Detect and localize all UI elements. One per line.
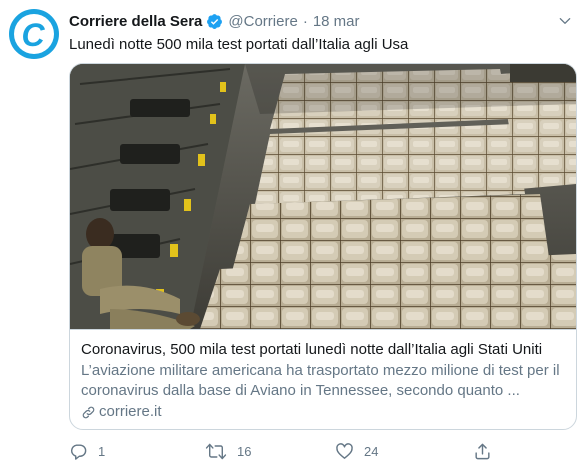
reply-button[interactable]: 1 bbox=[69, 441, 105, 461]
card-domain: corriere.it bbox=[99, 403, 162, 420]
separator-dot: · bbox=[302, 12, 308, 30]
tweet[interactable]: C Corriere della Sera @Corriere · 18 mar… bbox=[0, 0, 588, 470]
tweet-actions: 1 16 24 bbox=[69, 441, 577, 461]
avatar-logo: C bbox=[14, 14, 54, 54]
like-button[interactable]: 24 bbox=[335, 441, 378, 461]
avatar-logo-letter: C bbox=[21, 16, 45, 53]
share-icon bbox=[475, 443, 490, 459]
tweet-header: Corriere della Sera @Corriere · 18 mar bbox=[69, 10, 360, 32]
retweet-icon bbox=[205, 443, 227, 459]
verified-badge-icon bbox=[206, 13, 223, 30]
avatar[interactable]: C bbox=[9, 9, 59, 59]
tweet-text: Lunedì notte 500 mila test portati dall’… bbox=[69, 36, 409, 53]
display-name[interactable]: Corriere della Sera bbox=[69, 13, 202, 30]
tweet-date[interactable]: 18 mar bbox=[313, 13, 360, 30]
card-body[interactable]: Coronavirus, 500 mila test portati luned… bbox=[70, 329, 576, 429]
retweet-count: 16 bbox=[237, 443, 252, 459]
link-card[interactable]: Coronavirus, 500 mila test portati luned… bbox=[69, 63, 577, 430]
reply-icon bbox=[70, 443, 87, 460]
more-options-button[interactable] bbox=[556, 12, 574, 30]
user-handle[interactable]: @Corriere bbox=[228, 13, 297, 30]
card-image[interactable] bbox=[70, 64, 576, 329]
share-button[interactable] bbox=[473, 441, 502, 461]
cargo-plane-photo bbox=[70, 64, 576, 329]
reply-count: 1 bbox=[98, 443, 106, 459]
chevron-down-icon bbox=[559, 17, 571, 24]
card-link[interactable]: corriere.it bbox=[81, 402, 565, 422]
like-count: 24 bbox=[364, 443, 379, 459]
card-title: Coronavirus, 500 mila test portati luned… bbox=[81, 341, 543, 358]
retweet-button[interactable]: 16 bbox=[205, 441, 251, 461]
heart-icon bbox=[336, 442, 353, 459]
link-icon bbox=[81, 405, 96, 420]
card-description: L’aviazione militare americana ha traspo… bbox=[81, 362, 560, 399]
